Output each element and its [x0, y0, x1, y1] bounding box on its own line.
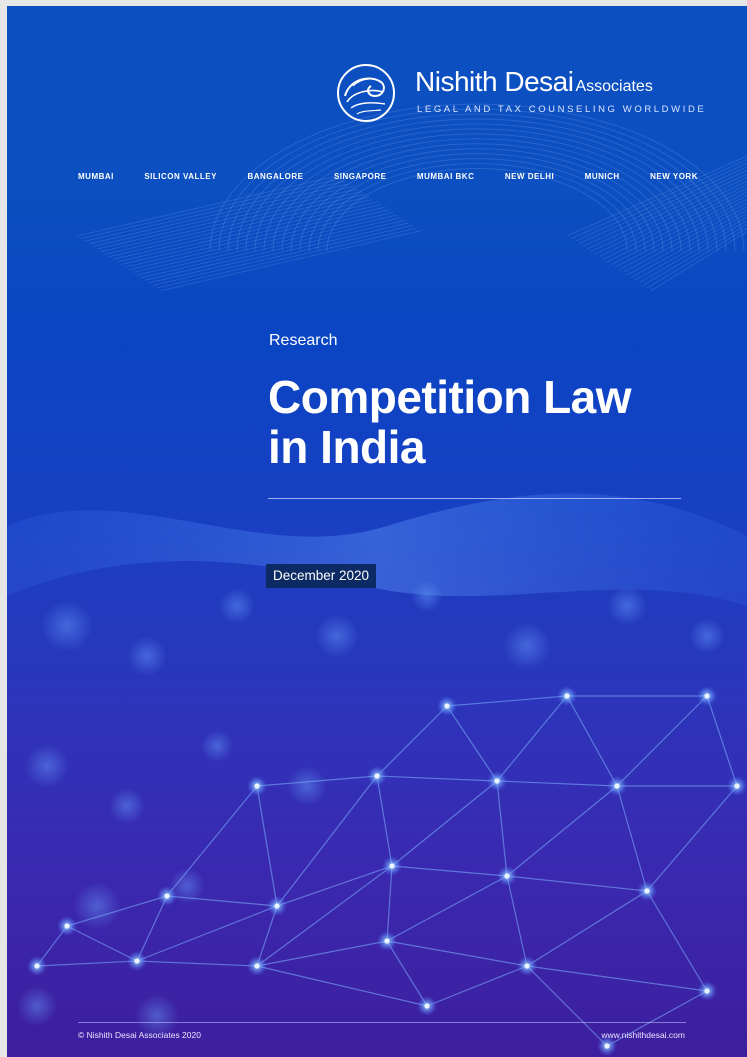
website-link[interactable]: www.nishithdesai.com [601, 1030, 685, 1040]
city-label: NEW DELHI [504, 172, 555, 181]
title-line: Competition Law [268, 371, 632, 423]
office-cities: MUMBAI SILICON VALLEY BANGALORE SINGAPOR… [78, 172, 698, 186]
report-cover: Nishith Desai Associates LEGAL AND TAX CO… [7, 6, 747, 1057]
city-label: MUNICH [584, 172, 620, 181]
city-label: SINGAPORE [333, 172, 387, 181]
swirl-logo-icon [337, 64, 395, 122]
city-label: MUMBAI [78, 172, 114, 181]
city-label: SILICON VALLEY [144, 172, 217, 181]
title-divider [268, 498, 681, 499]
brand-logo[interactable]: Nishith Desai Associates LEGAL AND TAX CO… [335, 62, 704, 126]
footer-divider [78, 1022, 686, 1023]
background-artwork [7, 103, 747, 1056]
brand-tagline: LEGAL AND TAX COUNSELING WORLDWIDE [417, 104, 707, 115]
city-label: BANGALORE [247, 172, 304, 181]
brand-name-suffix: Associates [575, 78, 653, 95]
copyright-text: © Nishith Desai Associates 2020 [78, 1030, 201, 1040]
document-title: Competition Law in India [268, 372, 718, 472]
date-badge: December 2020 [266, 564, 377, 588]
brand-name: Nishith Desai Associates [415, 66, 653, 97]
document-type: Research [269, 332, 338, 349]
city-label: NEW YORK [650, 172, 698, 181]
title-line: in India [268, 421, 426, 473]
city-label: MUMBAI BKC [416, 172, 475, 181]
